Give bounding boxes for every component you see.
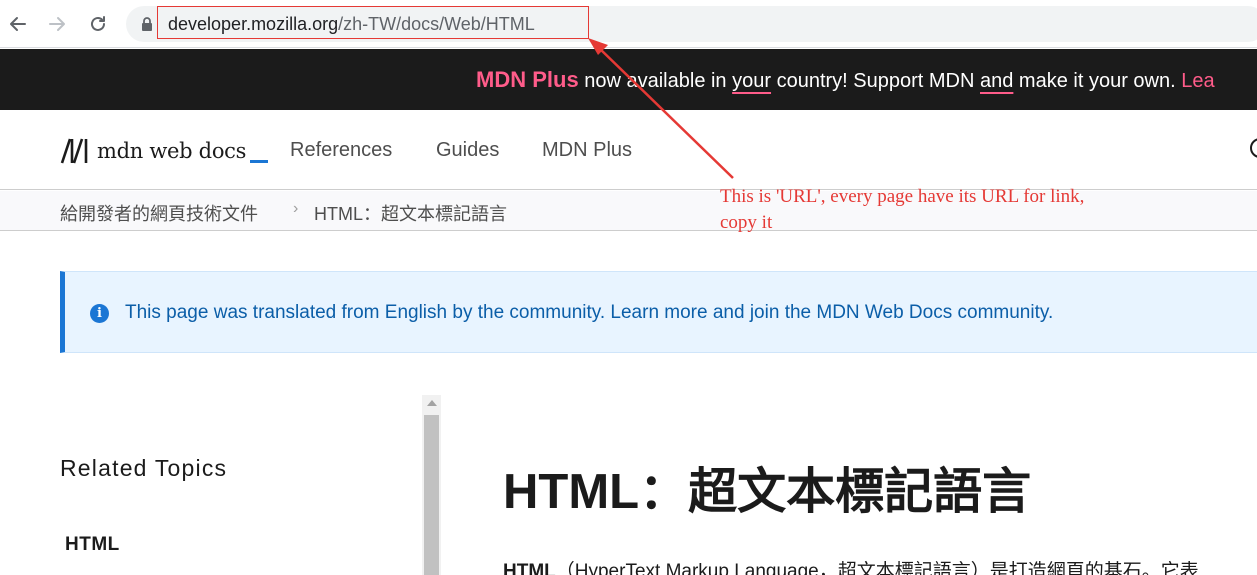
- mdn-logo-icon: [60, 138, 88, 164]
- mdn-logo[interactable]: mdn web docs: [60, 136, 269, 166]
- scrollbar-thumb[interactable]: [424, 415, 439, 575]
- url-annotation: This is 'URL', every page have its URL f…: [720, 184, 1084, 236]
- page-title: HTML：超文本標記語言: [503, 465, 1032, 519]
- arrow-right-icon: [49, 17, 65, 31]
- breadcrumb-item-web-docs[interactable]: 給開發者的網頁技術文件: [60, 200, 258, 226]
- intro-paragraph: HTML（HyperText Markup Language，超文本標記語言）是…: [503, 556, 1199, 575]
- banner-text-1: now available in: [578, 70, 733, 92]
- intro-bold: HTML: [503, 561, 556, 575]
- related-topics-heading: Related Topics: [60, 455, 228, 481]
- banner-text-3: make it your own.: [1013, 70, 1182, 92]
- url-highlight-box: [157, 6, 589, 39]
- search-icon[interactable]: [1250, 138, 1257, 158]
- arrow-left-icon: [10, 17, 26, 31]
- banner-text[interactable]: MDN Plus now available in your country! …: [476, 67, 1215, 93]
- translation-notice: i This page was translated from English …: [60, 271, 1257, 353]
- sidebar-item-html[interactable]: HTML: [65, 534, 120, 556]
- chevron-right-icon: ›: [293, 200, 299, 217]
- lock-icon[interactable]: [140, 16, 154, 32]
- browser-toolbar: developer.mozilla.org/zh-TW/docs/Web/HTM…: [0, 0, 1257, 48]
- banner-mdn-plus: MDN Plus: [476, 67, 579, 92]
- menu-mdn-plus[interactable]: MDN Plus: [542, 139, 632, 162]
- logo-text: mdn web docs: [97, 139, 247, 163]
- banner-text-and: and: [980, 70, 1014, 92]
- mdn-plus-banner: MDN Plus now available in your country! …: [0, 49, 1257, 110]
- forward-button[interactable]: [43, 10, 71, 38]
- reload-button[interactable]: [84, 10, 112, 38]
- annotation-line-2: copy it: [720, 212, 773, 233]
- annotation-line-1: This is 'URL', every page have its URL f…: [720, 186, 1085, 207]
- back-button[interactable]: [4, 10, 32, 38]
- breadcrumb-item-html[interactable]: HTML：超文本標記語言: [314, 200, 507, 226]
- notice-text[interactable]: This page was translated from English by…: [125, 302, 1053, 324]
- site-header: mdn web docs References Guides MDN Plus: [0, 110, 1257, 190]
- scroll-up-arrow-icon[interactable]: [427, 400, 437, 406]
- menu-references[interactable]: References: [290, 139, 392, 162]
- menu-guides[interactable]: Guides: [436, 139, 499, 162]
- sidebar-scrollbar[interactable]: [422, 395, 441, 575]
- banner-text-your: your: [732, 70, 772, 92]
- banner-text-2: country! Support MDN: [771, 70, 980, 92]
- info-icon: i: [90, 304, 109, 323]
- banner-learn-more-link[interactable]: Lea: [1181, 70, 1214, 92]
- logo-underscore: [250, 160, 269, 163]
- intro-text: （HyperText Markup Language，超文本標記語言）是打造網頁…: [555, 561, 1199, 575]
- reload-icon: [91, 16, 105, 31]
